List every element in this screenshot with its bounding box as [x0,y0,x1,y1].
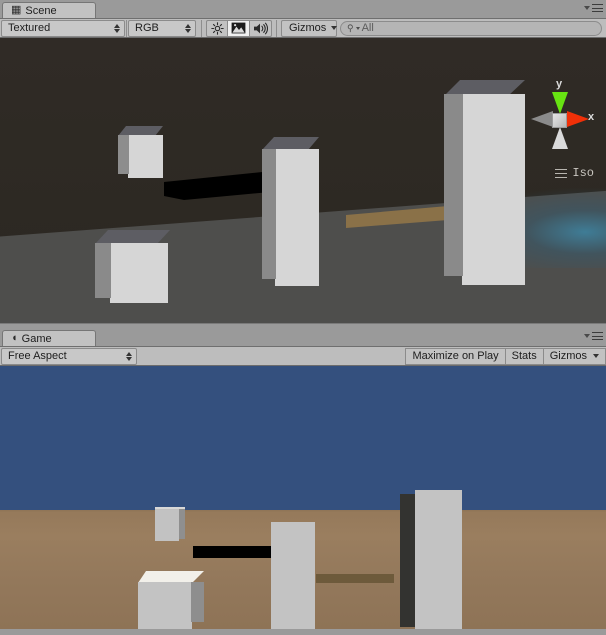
game-toolbar: Free Aspect Maximize on Play Stats Gizmo… [0,347,606,366]
audio-toggle-button[interactable] [250,19,272,37]
toolbar-separator [276,19,277,37]
scene-gizmos-label: Gizmos [289,22,327,34]
search-icon: ⚲ [347,22,354,33]
axis-y-negative-cone[interactable] [552,127,568,149]
unity-editor-window: ▦ Scene Textured RGB Gizmos ⚲ All y x Is… [0,0,606,635]
gamepad-icon: ◖ [11,332,18,344]
aspect-ratio-dropdown[interactable]: Free Aspect [1,347,137,365]
image-fx-icon [231,22,246,34]
scene-object-pillar-right-tall[interactable] [444,80,525,285]
scene-search-input[interactable]: ⚲ All [340,20,602,36]
cube-front-face [128,135,163,178]
chevron-down-icon [584,334,590,338]
scene-object-pillar-center[interactable] [262,137,319,287]
skybox-fx-toggle-button[interactable] [228,19,250,37]
scene-projection-toggle[interactable]: Iso [555,166,594,180]
grid-hash-icon: ▦ [11,4,22,16]
game-object-pillar-center[interactable] [271,522,315,629]
stats-label: Stats [511,350,537,362]
render-mode-dropdown[interactable]: RGB [128,19,196,37]
updown-arrows-icon [114,23,120,33]
game-tabbar: ◖ Game [0,328,606,347]
lighting-toggle-button[interactable] [206,19,228,37]
tab-scene-label: Scene [25,4,57,17]
cube-side-face [118,135,129,174]
chevron-down-icon [331,26,338,30]
chevron-down-icon [584,6,590,10]
game-viewport[interactable] [0,366,606,629]
pillar-side-face [444,94,463,276]
sun-light-icon [210,21,224,35]
scene-toolbar: Textured RGB Gizmos ⚲ All [0,19,606,38]
scene-object-small-cube-upper-left[interactable] [118,126,163,178]
scene-viewport[interactable]: y x Iso [0,38,606,323]
maximize-on-play-label: Maximize on Play [412,350,499,362]
scene-projection-label: Iso [572,166,594,180]
chevron-down-icon [593,354,599,358]
scene-gizmos-dropdown[interactable]: Gizmos [281,19,338,37]
speaker-audio-icon [254,22,268,34]
tab-scene[interactable]: ▦ Scene [2,2,96,18]
scene-tabbar: ▦ Scene [0,0,606,19]
game-gizmos-label: Gizmos [549,350,587,362]
axis-x-negative-cone[interactable] [531,111,553,127]
game-gizmos-dropdown[interactable]: Gizmos [543,347,606,365]
hamburger-icon [592,332,603,340]
game-sky [0,366,606,510]
maximize-on-play-button[interactable]: Maximize on Play [405,347,506,365]
stats-button[interactable]: Stats [505,347,544,365]
toolbar-separator [201,19,202,37]
cube-side-face [95,243,111,298]
render-mode-label: RGB [135,22,159,34]
chevron-down-icon [355,26,360,30]
cube-top-face [95,230,170,244]
pillar-front-face [275,149,319,286]
game-object-floating-cube-left[interactable] [155,507,185,541]
game-panel-options-icon[interactable] [584,332,603,340]
game-object-pillar-right-tall[interactable] [400,490,462,629]
game-object-ground-cube-left[interactable] [138,571,204,629]
draw-mode-label: Textured [8,22,51,34]
cube-front-face [138,582,192,629]
axis-center-cube[interactable] [552,113,567,128]
axis-y-cone[interactable] [552,92,568,114]
game-object-black-platform[interactable] [193,546,271,558]
cube-front-face [110,243,168,303]
draw-mode-dropdown[interactable]: Textured [1,19,125,37]
scene-panel: ▦ Scene Textured RGB Gizmos ⚲ All y x Is… [0,0,606,323]
scene-view-toggles [206,19,272,37]
pillar-front-face [415,490,462,629]
cube-side-face [191,582,204,622]
pillar-side-face [262,149,276,279]
aspect-ratio-label: Free Aspect [8,350,67,362]
pillar-front-face [462,94,525,285]
toolbar-separator [126,19,127,37]
tab-game-label: Game [21,332,52,345]
scene-object-cube-lower-left[interactable] [95,230,170,304]
axis-y-label: y [556,78,563,90]
cube-side-face [179,509,185,539]
updown-arrows-icon [126,351,132,361]
scene-search-value: All [361,22,374,34]
game-panel: ◖ Game Free Aspect Maximize on Play Stat… [0,328,606,629]
persp-lines-icon [555,168,568,178]
tab-game[interactable]: ◖ Game [2,330,96,346]
axis-x-cone[interactable] [567,111,589,127]
updown-arrows-icon [185,23,191,33]
cube-front-face [155,509,179,541]
pillar-side-face [400,494,416,627]
scene-axis-gizmo[interactable]: y x [522,78,598,156]
hamburger-icon [592,4,603,12]
scene-panel-options-icon[interactable] [584,4,603,12]
game-object-tan-bridge[interactable] [316,574,394,583]
